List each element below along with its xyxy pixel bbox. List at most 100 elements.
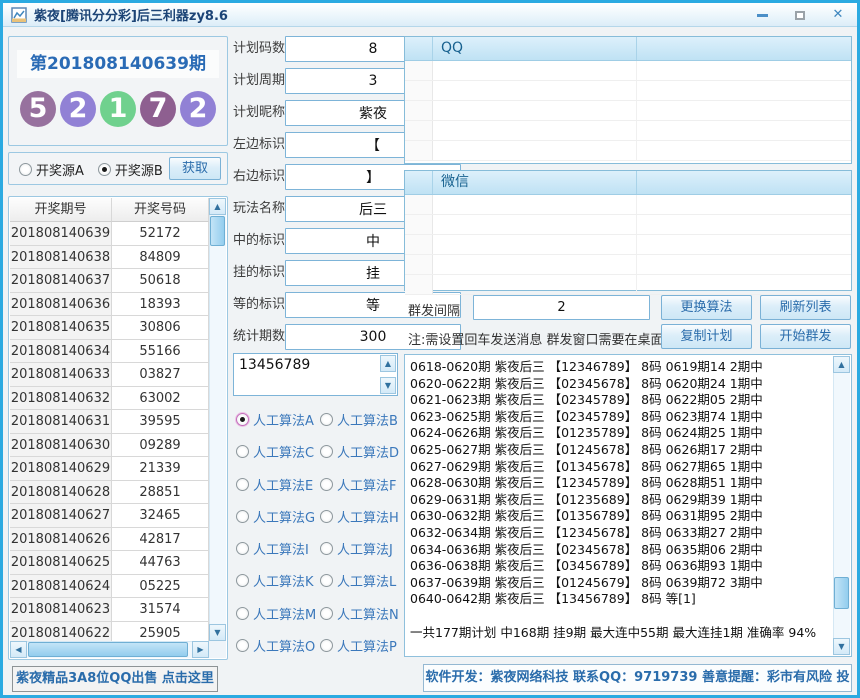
wechat-check-column-header[interactable] [405,171,433,194]
qq-list-row[interactable] [405,61,851,81]
period-title: 第201808140639期 [17,50,219,78]
plan-log-box[interactable]: 0618-0620期 紫夜后三 【12346789】 8码 0619期14 2期… [404,354,852,657]
draw-source-radio[interactable]: 开奖源A [19,159,84,179]
copy-plan-button[interactable]: 复制计划 [661,324,752,349]
close-button[interactable]: ✕ [829,7,847,23]
algorithm-radio[interactable]: 人工算法F [320,474,399,494]
codes-value: 13456789 [239,357,311,373]
wechat-column-header[interactable]: 微信 [433,171,637,194]
algorithm-radio[interactable]: 人工算法L [320,570,399,590]
table-row[interactable]: 201808140636 18393 [10,292,209,316]
column-header-number[interactable]: 开奖号码 [112,198,209,222]
form-field-row: 计划周期 [233,68,462,94]
codes-scroll-up-button[interactable]: ▲ [380,355,396,372]
qq-list-row[interactable] [405,141,851,161]
algorithm-radio[interactable]: 人工算法A [236,409,320,429]
wechat-list-row[interactable] [405,235,851,255]
number-cell: 18393 [112,292,209,316]
qq-column-header[interactable]: QQ [433,37,637,60]
log-vertical-scrollbar[interactable] [833,356,850,655]
table-vertical-scrollbar[interactable] [209,198,226,641]
start-broadcast-button[interactable]: 开始群发 [760,324,851,349]
table-row[interactable]: 201808140626 42817 [10,527,209,551]
qq-list-row[interactable] [405,81,851,101]
wechat-list-row[interactable] [405,255,851,275]
draw-panel: 第201808140639期 52172 [8,36,228,146]
algorithm-radio[interactable]: 人工算法P [320,635,399,655]
table-scroll-right-button[interactable]: ▶ [192,641,209,658]
wechat-extra-column-header[interactable] [637,171,851,194]
algorithm-radio[interactable]: 人工算法B [320,409,399,429]
qq-extra-column-header[interactable] [637,37,851,60]
number-cell: 05225 [112,574,209,598]
refresh-list-button[interactable]: 刷新列表 [760,295,851,320]
column-header-period[interactable]: 开奖期号 [10,198,112,222]
algorithm-radio[interactable]: 人工算法K [236,570,320,590]
account-cell [433,81,637,100]
algorithm-radio[interactable]: 人工算法O [236,635,320,655]
qq-list-row[interactable] [405,101,851,121]
draw-source-radio[interactable]: 开奖源B [97,159,163,179]
number-cell: 32465 [112,504,209,528]
table-scroll-up-button[interactable]: ▲ [209,198,226,215]
qq-check-column-header[interactable] [405,37,433,60]
table-row[interactable]: 201808140633 03827 [10,363,209,387]
maximize-button[interactable] [791,7,809,23]
table-scroll-left-button[interactable]: ◀ [10,641,27,658]
check-cell [405,275,433,294]
table-row[interactable]: 201808140629 21339 [10,457,209,481]
wechat-list-row[interactable] [405,215,851,235]
algorithm-radio[interactable]: 人工算法H [320,506,399,526]
table-row[interactable]: 201808140637 50618 [10,269,209,293]
radio-label: 人工算法N [337,607,399,623]
promo-button[interactable]: 紫夜精品3A8位QQ出售 点击这里 [12,666,218,692]
table-row[interactable]: 201808140634 55166 [10,339,209,363]
table-row[interactable]: 201808140639 52172 [10,222,209,246]
period-cell: 201808140629 [10,457,112,481]
table-row[interactable]: 201808140628 28851 [10,480,209,504]
table-horizontal-scroll-thumb[interactable] [28,642,188,657]
number-cell: 55166 [112,339,209,363]
table-row[interactable]: 201808140623 31574 [10,598,209,622]
qq-list-row[interactable] [405,121,851,141]
table-row[interactable]: 201808140622 25905 [10,621,209,641]
table-row[interactable]: 201808140625 44763 [10,551,209,575]
qq-listview[interactable]: QQ [404,36,852,164]
wechat-list-row[interactable] [405,195,851,215]
codes-listbox[interactable]: 13456789 ▲ ▼ [233,353,398,396]
number-cell: 84809 [112,245,209,269]
table-scroll-down-button[interactable]: ▼ [209,624,226,641]
log-scroll-up-button[interactable]: ▲ [833,356,850,373]
table-row[interactable]: 201808140632 63002 [10,386,209,410]
period-cell: 201808140636 [10,292,112,316]
algorithm-radio[interactable]: 人工算法M [236,603,320,623]
log-vertical-scroll-thumb[interactable] [834,577,849,609]
table-row[interactable]: 201808140630 09289 [10,433,209,457]
field-label: 统计期数 [233,329,286,344]
algorithm-radio[interactable]: 人工算法D [320,441,399,461]
interval-input[interactable] [473,295,650,320]
table-row[interactable]: 201808140627 32465 [10,504,209,528]
table-row[interactable]: 201808140635 30806 [10,316,209,340]
table-vertical-scroll-thumb[interactable] [210,216,225,246]
minimize-button[interactable] [753,7,771,23]
wechat-list-row[interactable] [405,275,851,295]
algorithm-radio[interactable]: 人工算法G [236,506,320,526]
radio-label: 人工算法G [253,510,316,526]
algorithm-radio[interactable]: 人工算法I [236,538,320,558]
table-row[interactable]: 201808140624 05225 [10,574,209,598]
table-row[interactable]: 201808140638 84809 [10,245,209,269]
algorithm-radio[interactable]: 人工算法E [236,474,320,494]
algorithm-radio[interactable]: 人工算法J [320,538,399,558]
check-cell [405,235,433,254]
wechat-listview[interactable]: 微信 [404,170,852,295]
algorithm-radio[interactable]: 人工算法C [236,441,320,461]
table-row[interactable]: 201808140631 39595 [10,410,209,434]
change-algorithm-button[interactable]: 更换算法 [661,295,752,320]
period-cell: 201808140639 [10,222,112,246]
algorithm-radio[interactable]: 人工算法N [320,603,399,623]
log-scroll-down-button[interactable]: ▼ [833,638,850,655]
radio-icon [320,509,333,523]
fetch-button[interactable]: 获取 [169,157,221,180]
codes-scroll-down-button[interactable]: ▼ [380,377,396,394]
